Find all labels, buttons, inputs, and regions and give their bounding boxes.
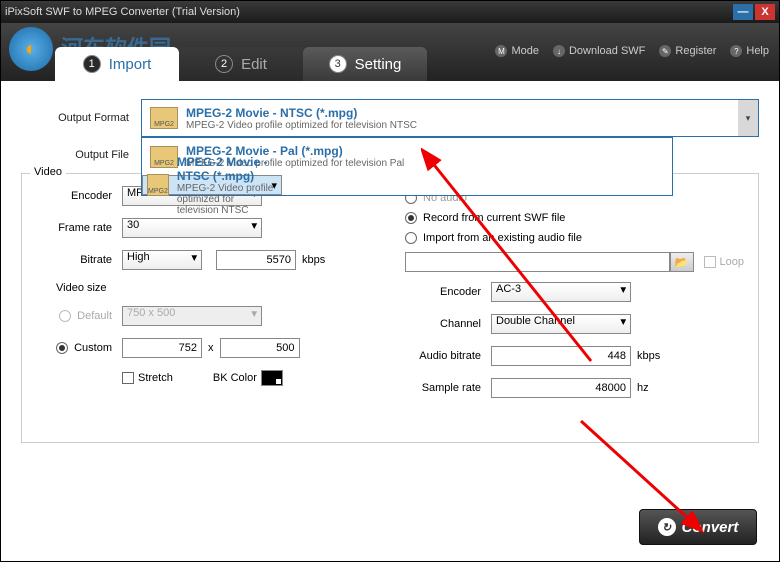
output-format-select[interactable]: MPG2 MPEG-2 Movie - NTSC (*.mpg) MPEG-2 … — [141, 99, 759, 137]
stretch-label: Stretch — [138, 372, 173, 384]
tab-import[interactable]: 1Import — [55, 47, 179, 81]
stretch-checkbox[interactable] — [122, 372, 134, 384]
encoder-label: Encoder — [36, 190, 122, 202]
record-swf-radio[interactable] — [405, 212, 417, 224]
default-size-select: 750 x 500 ▾ — [122, 306, 262, 326]
header: ◐ 河东软件园 www.pc0359.cn MMode ↓Download SW… — [1, 23, 779, 81]
video-size-label: Video size — [36, 282, 122, 294]
custom-label: Custom — [74, 342, 112, 354]
custom-size-radio[interactable] — [56, 342, 68, 354]
bkcolor-picker[interactable] — [261, 370, 283, 386]
audio-col: No audio Record from current SWF file Im… — [405, 186, 744, 410]
output-format-label: Output Format — [21, 112, 141, 124]
help-icon: ? — [730, 45, 742, 57]
video-group: Video Encoder MPEG-2 ▾ Frame rate 30 ▾ B… — [21, 173, 759, 443]
sample-rate-label: Sample rate — [405, 382, 491, 394]
step-tabs: 1Import 2Edit 3Setting — [55, 47, 427, 81]
bitrate-mode-select[interactable]: High ▾ — [122, 250, 202, 270]
convert-icon: ↻ — [658, 518, 676, 536]
format-icon: MPG2 — [150, 146, 178, 168]
kbps-unit: kbps — [302, 254, 325, 266]
x-label: x — [208, 342, 214, 354]
framerate-label: Frame rate — [36, 222, 122, 234]
channel-select[interactable]: Double Channel ▾ — [491, 314, 631, 334]
video-legend: Video — [30, 166, 66, 178]
audio-encoder-label: Encoder — [405, 286, 491, 298]
import-audio-radio[interactable] — [405, 232, 417, 244]
bitrate-label: Bitrate — [36, 254, 122, 266]
content-area: Output Format MPG2 MPEG-2 Movie - NTSC (… — [1, 81, 779, 561]
import-audio-label: Import from an existing audio file — [423, 232, 582, 244]
minimize-button[interactable]: — — [733, 4, 753, 20]
download-icon: ↓ — [553, 45, 565, 57]
sample-rate-input[interactable] — [491, 378, 631, 398]
default-label: Default — [77, 310, 112, 322]
record-swf-label: Record from current SWF file — [423, 212, 565, 224]
register-link[interactable]: ✎Register — [659, 45, 716, 57]
bkcolor-label: BK Color — [213, 372, 257, 384]
register-icon: ✎ — [659, 45, 671, 57]
tab-setting[interactable]: 3Setting — [303, 47, 427, 81]
bitrate-input[interactable] — [216, 250, 296, 270]
tab-edit[interactable]: 2Edit — [179, 47, 303, 81]
top-links: MMode ↓Download SWF ✎Register ?Help — [495, 45, 769, 57]
video-col: Encoder MPEG-2 ▾ Frame rate 30 ▾ Bitrate… — [36, 186, 375, 410]
output-file-label: Output File — [21, 149, 141, 161]
browse-audio-button[interactable]: 📂 — [670, 252, 694, 272]
format-title: MPEG-2 Movie - NTSC (*.mpg) — [186, 106, 417, 120]
frame-rate-select[interactable]: 30 ▾ — [122, 218, 262, 238]
loop-checkbox — [704, 256, 716, 268]
custom-height-input[interactable] — [220, 338, 300, 358]
close-button[interactable]: X — [755, 4, 775, 20]
audio-bitrate-label: Audio bitrate — [405, 350, 491, 362]
audio-encoder-select[interactable]: AC-3 ▾ — [491, 282, 631, 302]
mode-icon: M — [495, 45, 507, 57]
loop-label: Loop — [720, 256, 744, 268]
chevron-down-icon: ▾ — [738, 100, 758, 136]
format-icon: MPG2 — [150, 107, 178, 129]
default-size-radio[interactable] — [59, 310, 71, 322]
audio-bitrate-input[interactable] — [491, 346, 631, 366]
app-logo-icon: ◐ — [9, 27, 53, 71]
channel-label: Channel — [405, 318, 491, 330]
format-icon: MPG2 — [147, 174, 169, 196]
help-link[interactable]: ?Help — [730, 45, 769, 57]
download-swf-link[interactable]: ↓Download SWF — [553, 45, 645, 57]
custom-width-input[interactable] — [122, 338, 202, 358]
format-option-ntsc[interactable]: MPG2 MPEG-2 Movie - NTSC (*.mpg) MPEG-2 … — [142, 175, 282, 195]
format-dropdown: MPG2 MPEG-2 Movie - Pal (*.mpg) MPEG-2 V… — [141, 137, 673, 196]
titlebar: iPixSoft SWF to MPEG Converter (Trial Ve… — [1, 1, 779, 23]
app-title: iPixSoft SWF to MPEG Converter (Trial Ve… — [5, 6, 240, 18]
convert-button[interactable]: ↻ Convert — [639, 509, 757, 545]
format-desc: MPEG-2 Video profile optimized for telev… — [186, 120, 417, 131]
audio-file-input[interactable] — [405, 252, 670, 272]
mode-link[interactable]: MMode — [495, 45, 539, 57]
